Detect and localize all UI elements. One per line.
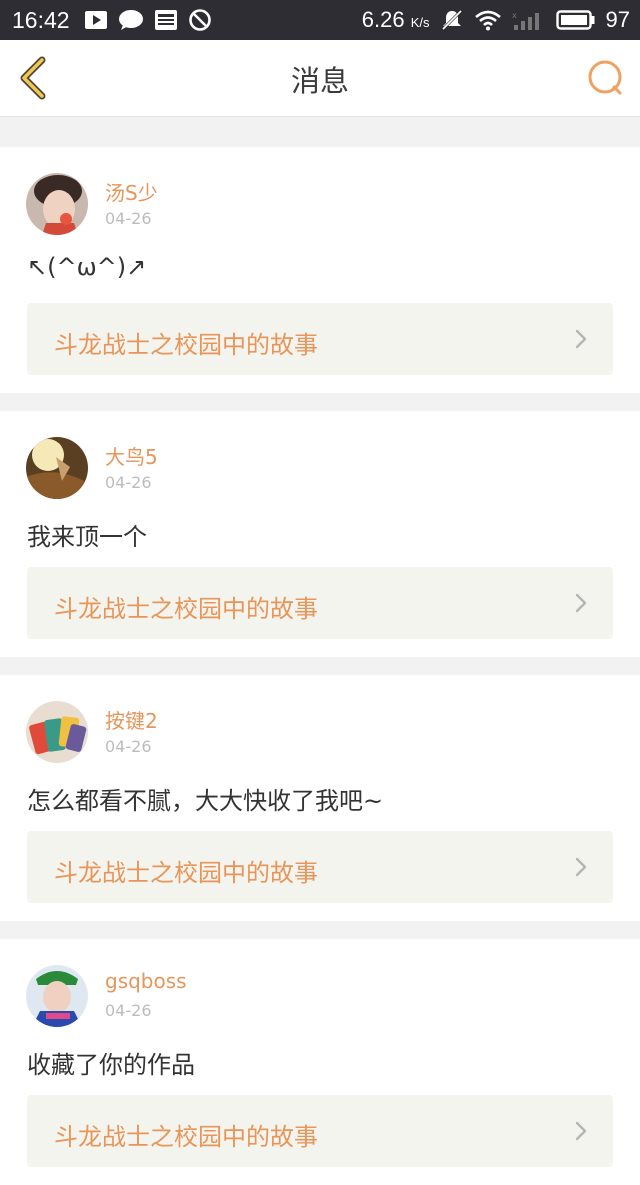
- story-title: 斗龙战士之校园中的故事: [54, 595, 318, 623]
- chat-icon: [118, 9, 144, 31]
- avatar[interactable]: [26, 437, 88, 499]
- story-title: 斗龙战士之校园中的故事: [54, 859, 318, 887]
- message-card: 按键2 04-26 怎么都看不腻，大大快收了我吧~ 斗龙战士之校园中的故事: [0, 675, 640, 921]
- message-text: 怎么都看不腻，大大快收了我吧~: [27, 787, 384, 815]
- signal-icon: x: [512, 9, 546, 31]
- search-button[interactable]: [586, 58, 626, 98]
- message-date: 04-26: [105, 473, 152, 492]
- chevron-right-icon: [575, 1121, 587, 1141]
- chevron-right-icon: [575, 857, 587, 877]
- username[interactable]: 大鸟5: [105, 441, 158, 470]
- news-icon: [154, 9, 178, 31]
- chevron-right-icon: [575, 593, 587, 613]
- video-icon: [84, 10, 108, 30]
- wifi-icon: [474, 9, 502, 31]
- message-text: ↖(^ω^)↗: [27, 253, 147, 281]
- battery-level: 97: [605, 7, 630, 32]
- net-speed: 6.26 K/s: [361, 7, 430, 32]
- message-text: 收藏了你的作品: [27, 1051, 195, 1079]
- avatar[interactable]: [26, 965, 88, 1027]
- message-date: 04-26: [105, 209, 152, 228]
- story-title: 斗龙战士之校园中的故事: [54, 331, 318, 359]
- message-date: 04-26: [105, 1001, 152, 1020]
- username[interactable]: gsqboss: [105, 969, 187, 993]
- story-link[interactable]: 斗龙战士之校园中的故事: [27, 831, 613, 903]
- story-title: 斗龙战士之校园中的故事: [54, 1123, 318, 1151]
- message-text: 我来顶一个: [27, 523, 147, 551]
- nav-header: 消息: [0, 40, 640, 117]
- message-card: 大鸟5 04-26 我来顶一个 斗龙战士之校园中的故事: [0, 411, 640, 657]
- story-link[interactable]: 斗龙战士之校园中的故事: [27, 567, 613, 639]
- username[interactable]: 汤S少: [105, 177, 158, 206]
- block-icon: [188, 8, 212, 32]
- chevron-right-icon: [575, 329, 587, 349]
- username[interactable]: 按键2: [105, 705, 158, 734]
- status-bar: 16:42 6.26 K/s x 97: [0, 0, 640, 40]
- message-date: 04-26: [105, 737, 152, 756]
- story-link[interactable]: 斗龙战士之校园中的故事: [27, 303, 613, 375]
- battery-icon: [555, 9, 596, 31]
- story-link[interactable]: 斗龙战士之校园中的故事: [27, 1095, 613, 1167]
- avatar[interactable]: [26, 173, 88, 235]
- avatar[interactable]: [26, 701, 88, 763]
- svg-text:x: x: [512, 11, 517, 20]
- search-icon: [588, 60, 622, 95]
- status-time: 16:42: [12, 6, 70, 33]
- page-title: 消息: [290, 64, 349, 98]
- message-card: gsqboss 04-26 收藏了你的作品 斗龙战士之校园中的故事: [0, 939, 640, 1185]
- mute-icon: [440, 8, 464, 32]
- message-card: 汤S少 04-26 ↖(^ω^)↗ 斗龙战士之校园中的故事: [0, 147, 640, 393]
